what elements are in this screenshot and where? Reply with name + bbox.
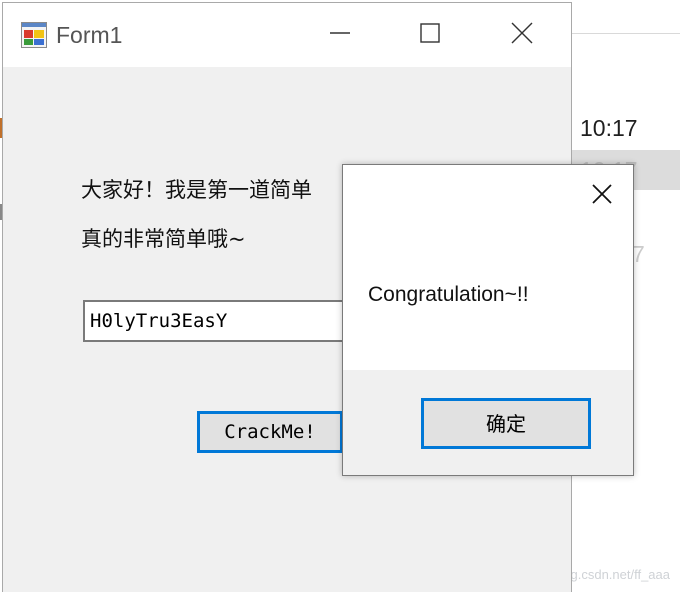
- maximize-icon: [420, 23, 440, 47]
- list-item[interactable]: 10:17: [572, 108, 680, 148]
- close-icon: [591, 183, 613, 209]
- close-button[interactable]: [477, 3, 567, 67]
- minimize-icon: [330, 23, 350, 47]
- divider: [572, 33, 680, 34]
- serial-input[interactable]: [83, 300, 353, 342]
- list-item-time: 10:17: [580, 115, 638, 141]
- greeting-label: 大家好！我是第一道简单: [81, 178, 312, 202]
- desktop: 10:17 10:17 7 https://blog.csdn.net/ff_a…: [0, 0, 680, 592]
- message-box-dialog: Congratulation~!! 确定: [342, 164, 634, 476]
- minimize-button[interactable]: [295, 3, 385, 67]
- ok-button[interactable]: 确定: [421, 398, 591, 449]
- window-title: Form1: [56, 22, 123, 48]
- maximize-button[interactable]: [385, 3, 475, 67]
- crackme-button[interactable]: CrackMe!: [197, 411, 343, 453]
- dialog-footer: 确定: [343, 370, 633, 475]
- dialog-message: Congratulation~!!: [368, 283, 529, 306]
- winforms-app-icon: [21, 22, 47, 48]
- close-icon: [511, 22, 533, 48]
- description-label: 真的非常简单哦~: [81, 227, 246, 251]
- dialog-close-button[interactable]: [579, 173, 625, 219]
- title-bar[interactable]: Form1: [3, 3, 571, 67]
